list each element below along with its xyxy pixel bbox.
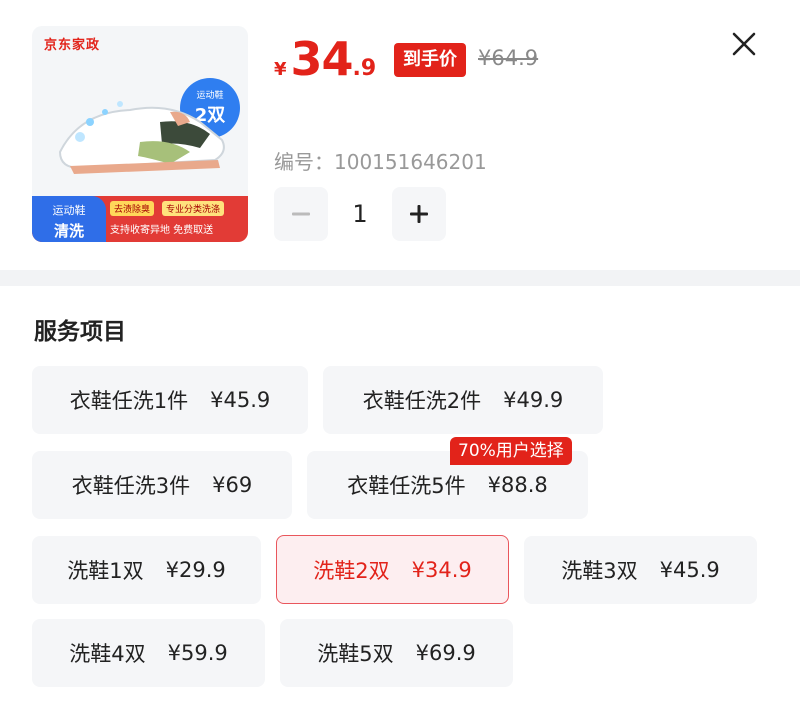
service-option[interactable]: 洗鞋3双 ¥45.9 [524, 536, 757, 604]
service-option-selected[interactable]: 洗鞋2双 ¥34.9 [276, 535, 509, 604]
option-price: ¥69.9 [415, 641, 476, 665]
close-icon[interactable] [728, 28, 760, 60]
option-name: 洗鞋1双 [67, 559, 144, 583]
option-name: 洗鞋2双 [313, 558, 390, 583]
option-name: 洗鞋4双 [69, 642, 146, 666]
option-price: ¥45.9 [659, 558, 720, 582]
final-price-tag: 到手价 [394, 43, 466, 77]
quantity-stepper: 1 [274, 186, 446, 242]
banner-tag-1: 去渍除臭 [110, 201, 155, 216]
service-option[interactable]: 衣鞋任洗2件 ¥49.9 [323, 366, 603, 434]
sku-number: 编号：100151646201 [274, 150, 487, 174]
decrease-button[interactable] [274, 187, 328, 241]
banner-left-small: 运动鞋 [52, 204, 86, 217]
service-option[interactable]: 洗鞋4双 ¥59.9 [32, 619, 265, 687]
increase-button[interactable] [392, 187, 446, 241]
option-price: ¥88.8 [487, 473, 548, 497]
service-option[interactable]: 衣鞋任洗1件 ¥45.9 [32, 366, 308, 434]
price-currency: ¥ [274, 59, 287, 80]
option-name: 衣鞋任洗1件 [69, 389, 189, 413]
banner-left-big: 清洗 [53, 222, 84, 240]
banner-bottom-text: 支持收寄异地 免费取送 [110, 225, 214, 236]
option-price: ¥45.9 [210, 388, 271, 412]
option-name: 衣鞋任洗3件 [71, 474, 191, 498]
price-integer: 34 [290, 32, 354, 86]
option-name: 洗鞋3双 [561, 559, 638, 583]
product-image[interactable]: 京东家政 运动鞋 2双 去渍除臭 专业分类洗涤 支持收寄异地 免费取送 运动鞋 … [32, 26, 248, 242]
service-option[interactable]: 洗鞋1双 ¥29.9 [32, 536, 261, 604]
original-price: ¥64.9 [478, 46, 539, 70]
option-price: ¥34.9 [411, 557, 472, 582]
minus-icon [292, 212, 310, 216]
price-row: ¥ 34 .9 [274, 32, 376, 92]
option-price: ¥59.9 [167, 641, 228, 665]
option-price: ¥29.9 [165, 558, 226, 582]
popular-badge: 70%用户选择 [450, 437, 572, 465]
product-header: 京东家政 运动鞋 2双 去渍除臭 专业分类洗涤 支持收寄异地 免费取送 运动鞋 … [0, 0, 800, 270]
price-decimal: .9 [352, 56, 377, 81]
option-name: 衣鞋任洗2件 [362, 389, 482, 413]
banner-tag-2: 专业分类洗涤 [162, 201, 225, 216]
option-name: 衣鞋任洗5件 [347, 474, 466, 498]
services-title: 服务项目 [34, 319, 126, 345]
banner-left-block: 运动鞋 清洗 [32, 196, 106, 242]
plus-icon [410, 205, 428, 223]
service-option[interactable]: 洗鞋5双 ¥69.9 [280, 619, 513, 687]
quantity-value: 1 [352, 200, 368, 228]
option-price: ¥69 [212, 473, 253, 497]
brand-logo: 京东家政 [44, 38, 101, 53]
section-divider [0, 270, 800, 286]
service-option[interactable]: 衣鞋任洗3件 ¥69 [32, 451, 292, 519]
shoe-illustration [58, 101, 225, 174]
option-name: 洗鞋5双 [317, 642, 394, 666]
option-price: ¥49.9 [503, 388, 564, 412]
